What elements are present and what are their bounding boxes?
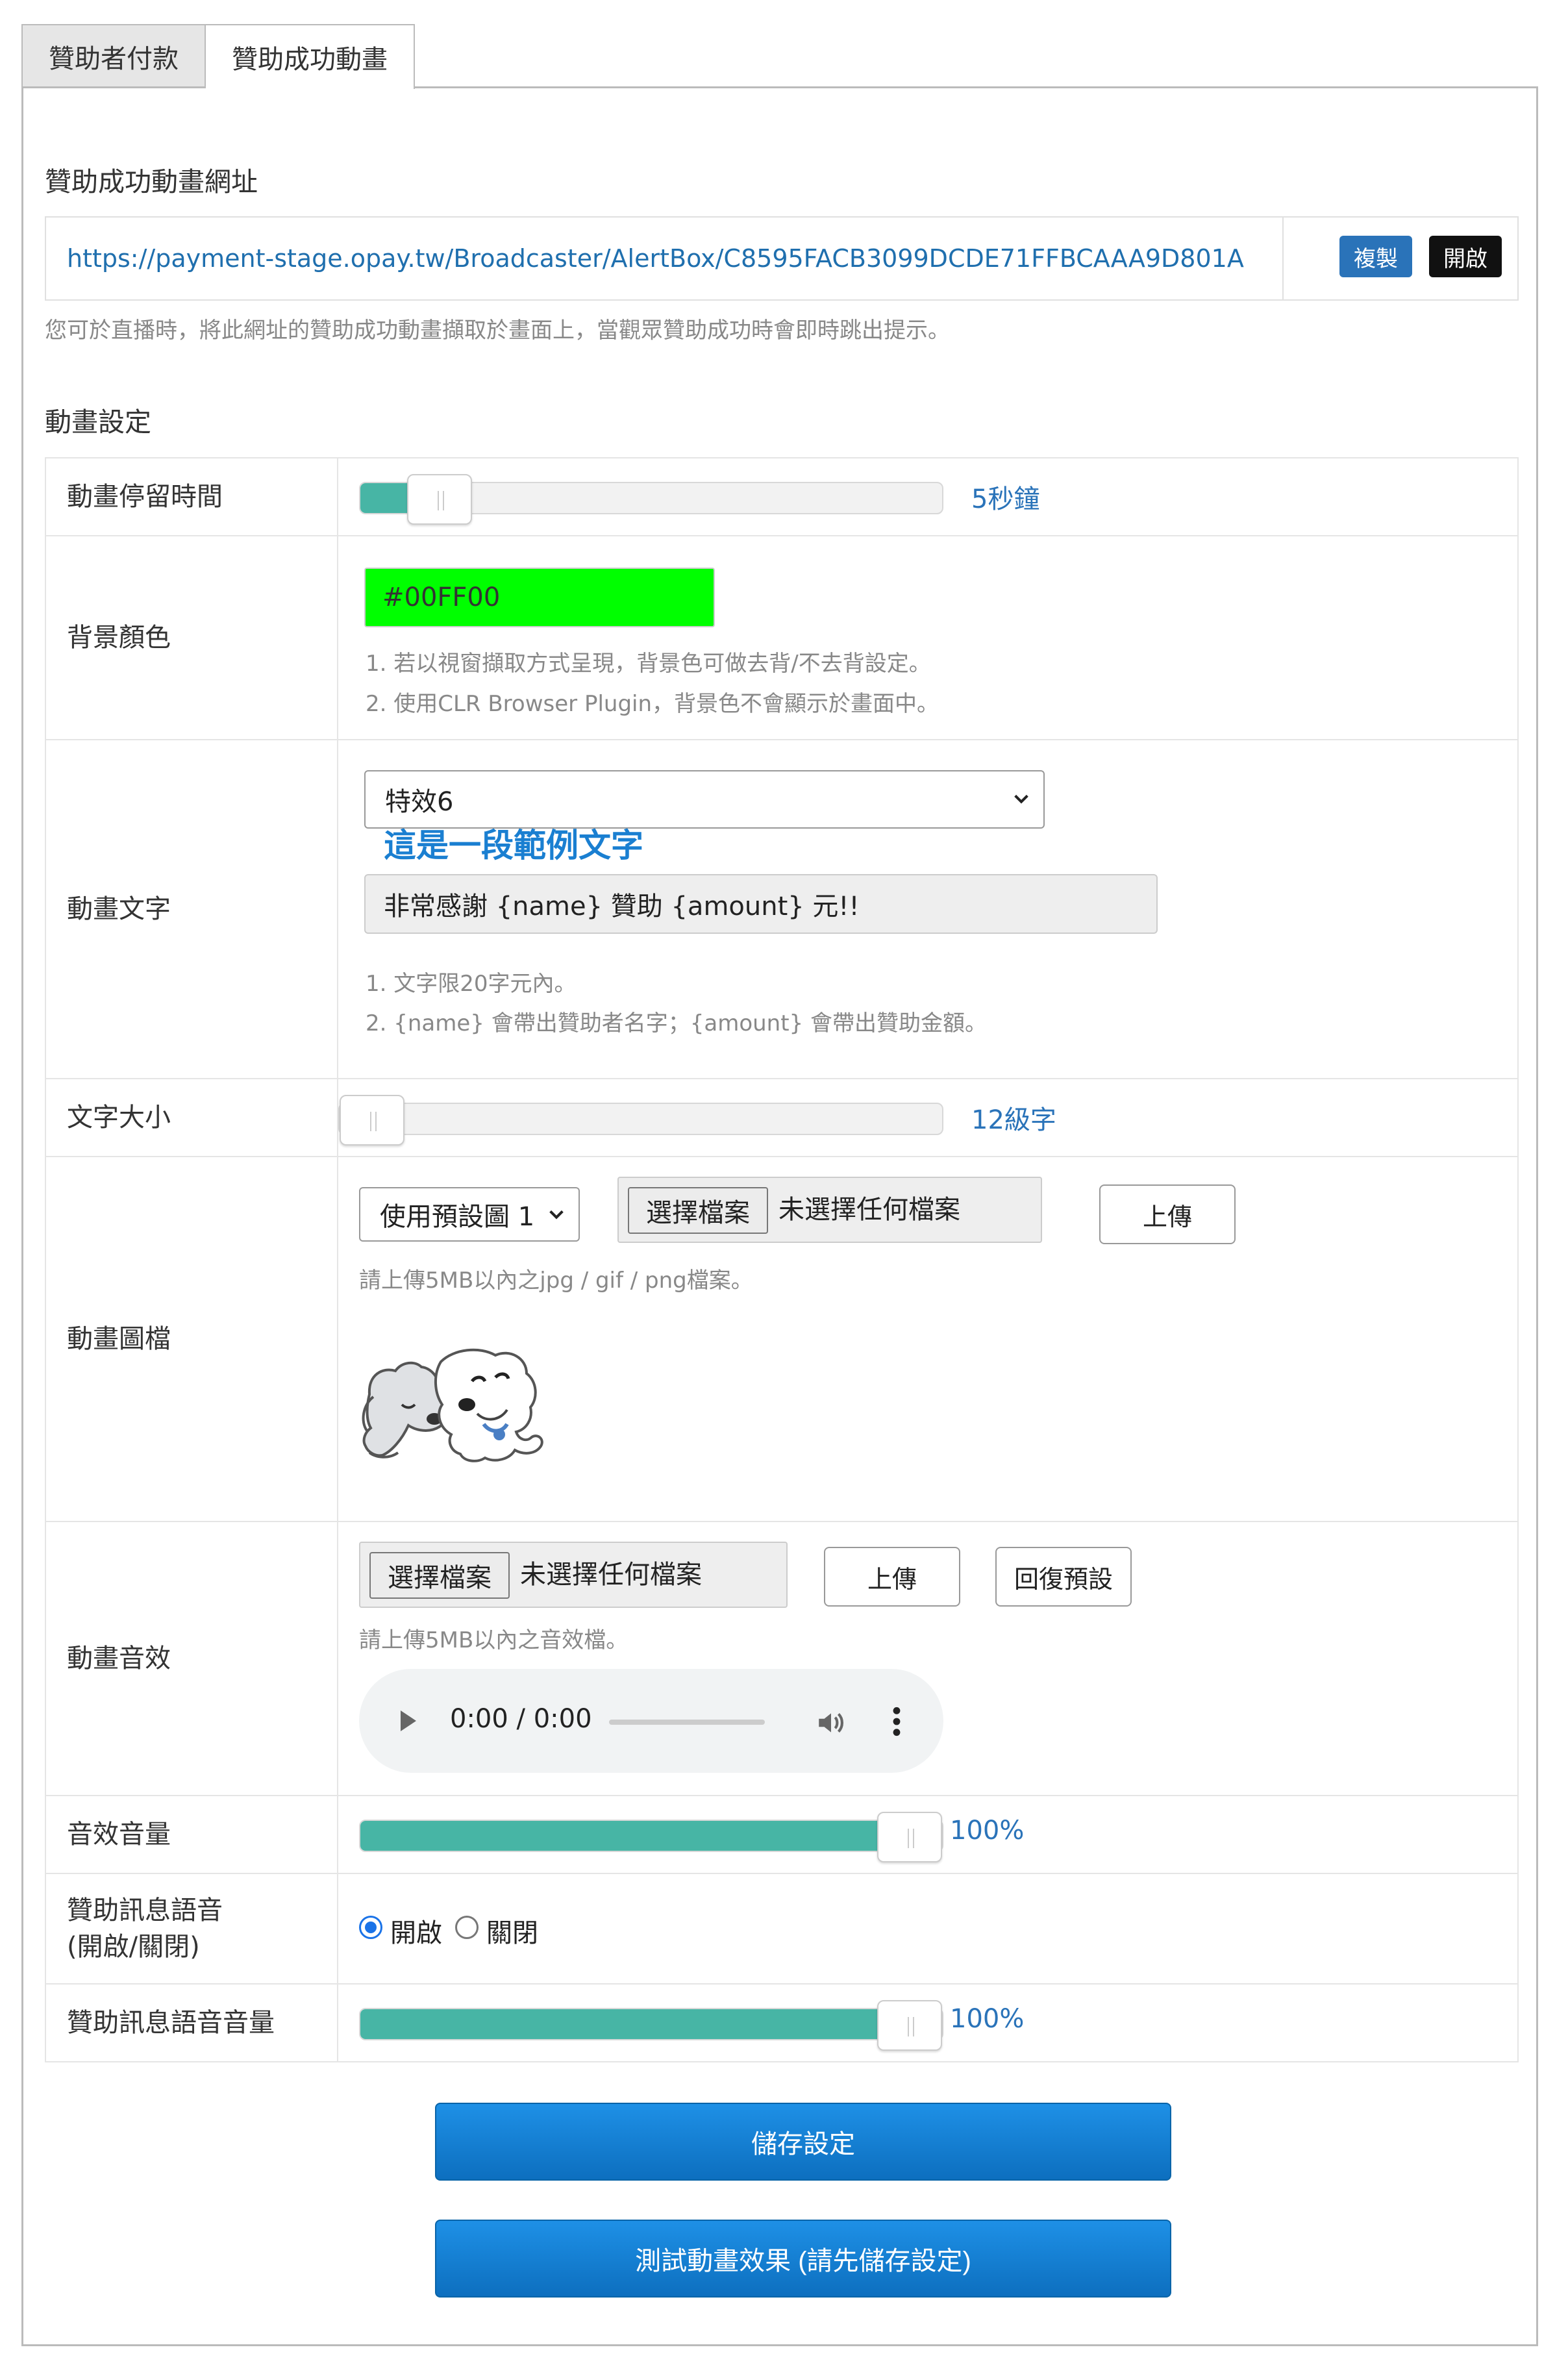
audio-progress-bar[interactable] xyxy=(609,1720,765,1725)
url-section-title: 贊助成功動畫網址 xyxy=(45,166,258,197)
voice-off-radio[interactable] xyxy=(455,1916,479,1939)
voice-volume-slider-handle[interactable] xyxy=(877,2000,942,2051)
volume-value: 100% xyxy=(950,1816,1025,1846)
copy-button[interactable]: 複製 xyxy=(1339,236,1412,277)
duration-slider-handle[interactable] xyxy=(406,474,472,525)
text-hint-1: 1. 文字限20字元內。 xyxy=(366,971,577,997)
voice-volume-value: 100% xyxy=(950,2004,1025,2034)
chevron-down-icon xyxy=(1014,794,1028,804)
play-icon[interactable] xyxy=(401,1710,416,1731)
voice-volume-slider-fill xyxy=(360,2009,910,2039)
background-label: 背景顏色 xyxy=(46,536,338,739)
voice-off-label[interactable]: 關閉 xyxy=(486,1912,538,1949)
voice-on-radio[interactable] xyxy=(359,1916,382,1939)
image-hint: 請上傳5MB以內之jpg / gif / png檔案。 xyxy=(359,1268,753,1294)
voice-volume-label: 贊助訊息語音音量 xyxy=(46,1985,338,2061)
audio-player: 0:00 / 0:00 xyxy=(359,1669,943,1773)
voice-on-label[interactable]: 開啟 xyxy=(390,1912,442,1949)
animation-url[interactable]: https://payment-stage.opay.tw/Broadcaste… xyxy=(67,218,1244,299)
preset-image-select[interactable]: 使用預設圖 1 xyxy=(359,1187,580,1242)
font-size-slider[interactable] xyxy=(338,1095,943,1146)
volume-slider[interactable] xyxy=(359,1812,943,1862)
url-box: https://payment-stage.opay.tw/Broadcaste… xyxy=(45,216,1519,301)
sound-reset-button[interactable]: 回復預設 xyxy=(995,1547,1132,1607)
sound-upload-button[interactable]: 上傳 xyxy=(824,1547,960,1607)
open-button[interactable]: 開啟 xyxy=(1429,236,1502,277)
sound-choose-file-button[interactable]: 選擇檔案 xyxy=(369,1552,510,1599)
voice-label: 贊助訊息語音 (開啟/關閉) xyxy=(46,1874,338,1983)
animation-image-preview xyxy=(362,1348,543,1462)
duration-row: 動畫停留時間 5秒鐘 xyxy=(46,458,1517,536)
voice-volume-row: 贊助訊息語音音量 100% xyxy=(46,1985,1517,2062)
voice-label-line2: (開啟/關閉) xyxy=(67,1932,200,1962)
more-options-icon[interactable] xyxy=(890,1705,903,1738)
background-color-input[interactable]: #00FF00 xyxy=(364,568,715,627)
text-label: 動畫文字 xyxy=(46,740,338,1078)
image-upload-button[interactable]: 上傳 xyxy=(1099,1184,1236,1244)
text-row: 動畫文字 特效6 這是一段範例文字 非常感謝 {name} 贊助 {amount… xyxy=(46,740,1517,1079)
image-file-status: 未選擇任何檔案 xyxy=(778,1195,960,1225)
tab-success-animation[interactable]: 贊助成功動畫 xyxy=(206,24,415,89)
save-settings-button[interactable]: 儲存設定 xyxy=(435,2103,1171,2181)
background-row: 背景顏色 #00FF00 1. 若以視窗擷取方式呈現，背景色可做去背/不去背設定… xyxy=(46,536,1517,740)
image-choose-file-button[interactable]: 選擇檔案 xyxy=(628,1187,768,1234)
image-file-box: 選擇檔案 未選擇任何檔案 xyxy=(617,1177,1042,1243)
voice-label-line1: 贊助訊息語音 xyxy=(67,1896,223,1925)
volume-slider-handle[interactable] xyxy=(877,1812,942,1862)
image-row: 動畫圖檔 使用預設圖 1 選擇檔案 未選擇任何檔案 上傳 請上傳5MB以內之jp… xyxy=(46,1157,1517,1522)
sound-label: 動畫音效 xyxy=(46,1522,338,1795)
effect-select-value: 特效6 xyxy=(385,787,454,817)
url-divider xyxy=(1282,218,1284,299)
volume-row: 音效音量 100% xyxy=(46,1796,1517,1874)
background-hint-1: 1. 若以視窗擷取方式呈現，背景色可做去背/不去背設定。 xyxy=(366,651,931,677)
font-size-slider-handle[interactable] xyxy=(340,1095,404,1146)
audio-time: 0:00 / 0:00 xyxy=(450,1704,592,1734)
font-size-value: 12級字 xyxy=(971,1105,1056,1135)
sound-hint: 請上傳5MB以內之音效檔。 xyxy=(359,1627,628,1653)
sound-file-box: 選擇檔案 未選擇任何檔案 xyxy=(359,1542,788,1608)
chevron-down-icon xyxy=(549,1210,564,1220)
background-hint-2: 2. 使用CLR Browser Plugin，背景色不會顯示於畫面中。 xyxy=(366,691,940,717)
voice-row: 贊助訊息語音 (開啟/關閉) 開啟 關閉 xyxy=(46,1874,1517,1985)
duration-value: 5秒鐘 xyxy=(971,484,1040,514)
url-hint: 您可於直播時，將此網址的贊助成功動畫擷取於畫面上，當觀眾贊助成功時會即時跳出提示… xyxy=(45,318,950,344)
settings-panel: 贊助成功動畫網址 https://payment-stage.opay.tw/B… xyxy=(21,86,1538,2346)
sample-text-preview: 這是一段範例文字 xyxy=(384,827,643,864)
text-hint-2: 2. {name} 會帶出贊助者名字；{amount} 會帶出贊助金額。 xyxy=(366,1010,987,1036)
animation-text-input[interactable]: 非常感謝 {name} 贊助 {amount} 元!! xyxy=(364,874,1158,934)
test-animation-button[interactable]: 測試動畫效果 (請先儲存設定) xyxy=(435,2220,1171,2298)
tab-sponsor-payment[interactable]: 贊助者付款 xyxy=(21,24,206,88)
sound-file-status: 未選擇任何檔案 xyxy=(520,1560,702,1590)
duration-slider[interactable] xyxy=(359,474,943,525)
font-size-row: 文字大小 12級字 xyxy=(46,1079,1517,1157)
voice-volume-slider[interactable] xyxy=(359,2000,943,2051)
font-size-label: 文字大小 xyxy=(46,1079,338,1156)
settings-table: 動畫停留時間 5秒鐘 背景顏色 #00FF00 1. 若以視窗擷取方式呈現，背景… xyxy=(45,457,1519,2062)
volume-icon[interactable] xyxy=(815,1707,847,1739)
volume-slider-fill xyxy=(360,1821,910,1851)
settings-section-title: 動畫設定 xyxy=(45,407,151,438)
volume-label: 音效音量 xyxy=(46,1796,338,1873)
image-label: 動畫圖檔 xyxy=(46,1157,338,1521)
duration-label: 動畫停留時間 xyxy=(46,458,338,535)
sound-row: 動畫音效 選擇檔案 未選擇任何檔案 上傳 回復預設 請上傳5MB以內之音效檔。 … xyxy=(46,1522,1517,1796)
tab-bar: 贊助者付款 贊助成功動畫 xyxy=(21,24,415,89)
preset-image-value: 使用預設圖 1 xyxy=(380,1202,535,1232)
